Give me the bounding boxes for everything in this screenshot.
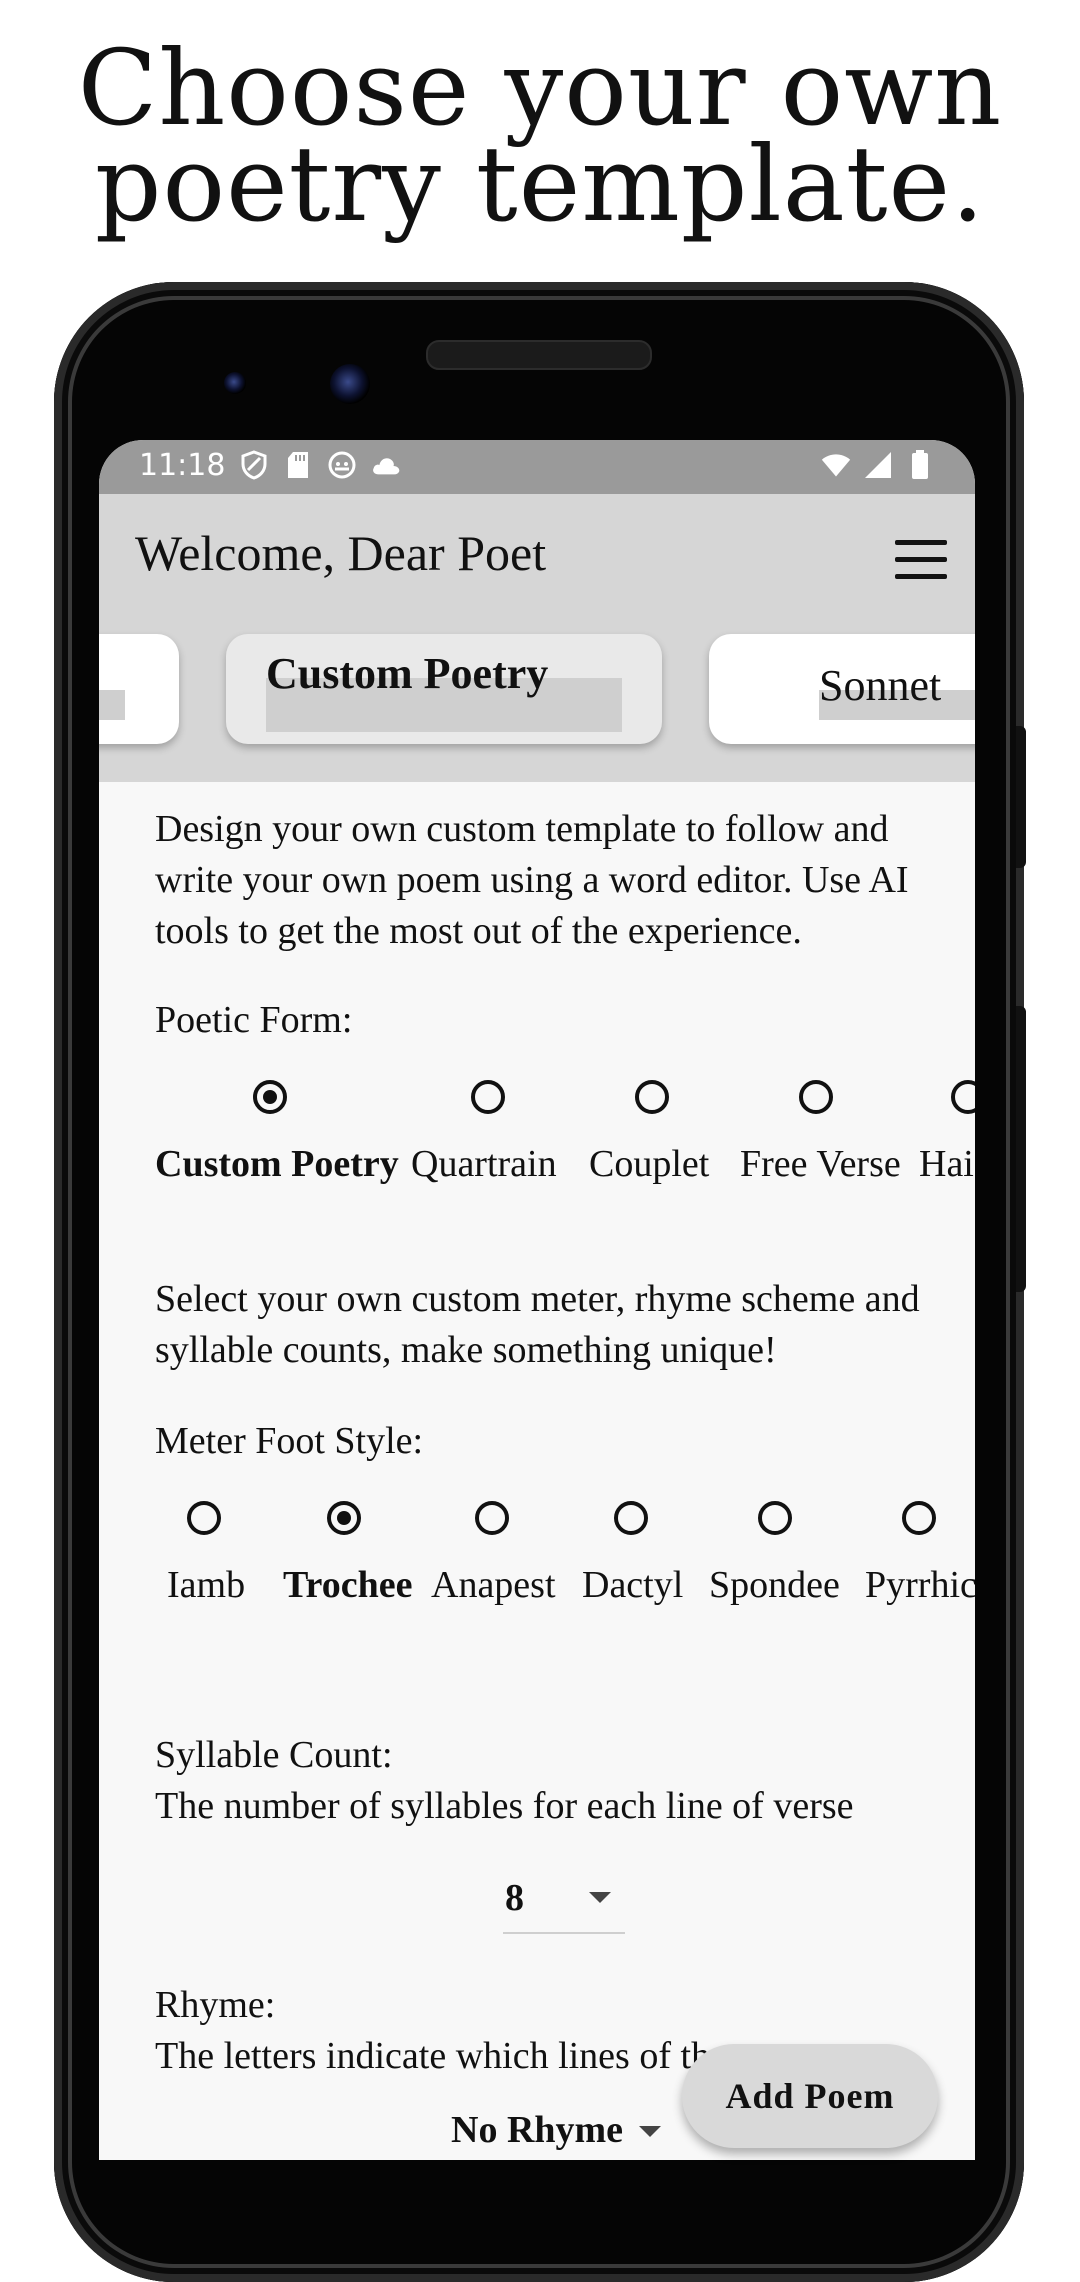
radio-spondee[interactable] xyxy=(758,1501,792,1535)
radio-pyrrhic[interactable] xyxy=(902,1501,936,1535)
tab-custom-poetry[interactable]: Custom Poetry xyxy=(226,634,662,744)
shield-icon xyxy=(239,450,269,480)
radio-free-verse-label[interactable]: Free Verse xyxy=(740,1142,901,1186)
radio-couplet-label[interactable]: Couplet xyxy=(589,1142,709,1186)
intro-text: Design your own custom template to follo… xyxy=(155,808,909,952)
tab-sonnet-label: Sonnet xyxy=(819,661,942,710)
radio-custom-poetry-label[interactable]: Custom Poetry xyxy=(155,1142,399,1186)
radio-couplet[interactable] xyxy=(635,1080,669,1114)
status-left-icons xyxy=(239,450,401,480)
syllable-count-label: Syllable Count: xyxy=(155,1734,393,1776)
app-screen: 11:18 Welcome, Dear Poet Custom Poetry S… xyxy=(99,440,975,2160)
radio-pyrrhic-label[interactable]: Pyrrhic xyxy=(865,1563,975,1607)
radio-iamb[interactable] xyxy=(187,1501,221,1535)
headline-line-2: poetry template. xyxy=(94,123,986,245)
earpiece-speaker xyxy=(426,340,652,370)
syllable-count-dropdown[interactable]: 8 xyxy=(503,1870,625,1934)
cloud-icon xyxy=(371,450,401,480)
radio-dactyl-label[interactable]: Dactyl xyxy=(582,1563,683,1607)
chevron-down-icon xyxy=(589,1892,611,1903)
power-button xyxy=(1016,726,1026,868)
poetic-form-label: Poetic Form: xyxy=(155,999,353,1041)
radio-haiku-label[interactable]: Hai xyxy=(919,1142,974,1186)
app-bar: Welcome, Dear Poet xyxy=(99,494,975,622)
radio-haiku[interactable] xyxy=(951,1080,975,1114)
status-time: 11:18 xyxy=(139,448,226,483)
radio-quartrain-label[interactable]: Quartrain xyxy=(411,1142,557,1186)
intro-block: Design your own custom template to follo… xyxy=(155,804,945,957)
syllable-count-underline xyxy=(503,1932,625,1934)
meter-foot-radio-group: Iamb Trochee Anapest Dactyl Spondee Pyrr… xyxy=(99,1501,975,1661)
radio-dactyl[interactable] xyxy=(614,1501,648,1535)
rhyme-value: No Rhyme xyxy=(451,2109,624,2151)
radio-custom-poetry[interactable] xyxy=(253,1080,287,1114)
radio-iamb-label[interactable]: Iamb xyxy=(167,1563,245,1607)
custom-description-block: Select your own custom meter, rhyme sche… xyxy=(155,1274,945,1376)
battery-icon xyxy=(905,450,935,480)
signal-icon xyxy=(863,450,893,480)
headline-line-1: Choose your own xyxy=(77,27,1003,149)
syllable-count-value: 8 xyxy=(505,1877,524,1919)
radio-anapest[interactable] xyxy=(475,1501,509,1535)
app-title: Welcome, Dear Poet xyxy=(135,525,547,581)
add-poem-button[interactable]: Add Poem xyxy=(682,2044,938,2148)
custom-description-text: Select your own custom meter, rhyme sche… xyxy=(155,1278,920,1371)
radio-spondee-label[interactable]: Spondee xyxy=(709,1563,840,1607)
wifi-icon xyxy=(821,450,851,480)
radio-anapest-label[interactable]: Anapest xyxy=(431,1563,556,1607)
rhyme-dropdown[interactable]: No Rhyme xyxy=(451,2104,671,2154)
status-bar: 11:18 xyxy=(99,440,975,494)
rhyme-label: Rhyme: xyxy=(155,1984,276,2026)
volume-button xyxy=(1016,1006,1026,1292)
radio-free-verse[interactable] xyxy=(799,1080,833,1114)
front-sensor-icon xyxy=(330,364,370,404)
headline: Choose your own poetry template. xyxy=(0,27,1080,245)
poetic-form-radio-group: Custom Poetry Quartrain Couplet Free Ver… xyxy=(99,1080,975,1240)
tab-previous[interactable] xyxy=(99,634,179,744)
tab-previous-highlight xyxy=(99,690,125,720)
status-right-icons xyxy=(821,450,935,480)
radio-trochee[interactable] xyxy=(327,1501,361,1535)
chevron-down-icon xyxy=(639,2126,661,2137)
hamburger-menu-icon[interactable] xyxy=(895,540,947,580)
front-camera-icon xyxy=(224,372,246,394)
syllable-count-description: The number of syllables for each line of… xyxy=(155,1785,854,1827)
tab-sonnet[interactable]: Sonnet xyxy=(709,634,975,744)
radio-quartrain[interactable] xyxy=(471,1080,505,1114)
template-tabs: Custom Poetry Sonnet xyxy=(99,622,975,782)
tab-custom-poetry-label: Custom Poetry xyxy=(266,649,549,698)
meter-foot-label: Meter Foot Style: xyxy=(155,1420,424,1462)
syllable-count-block: Syllable Count: The number of syllables … xyxy=(155,1730,945,1832)
android-icon xyxy=(327,450,357,480)
radio-trochee-label[interactable]: Trochee xyxy=(283,1563,412,1607)
sd-card-icon xyxy=(283,450,313,480)
